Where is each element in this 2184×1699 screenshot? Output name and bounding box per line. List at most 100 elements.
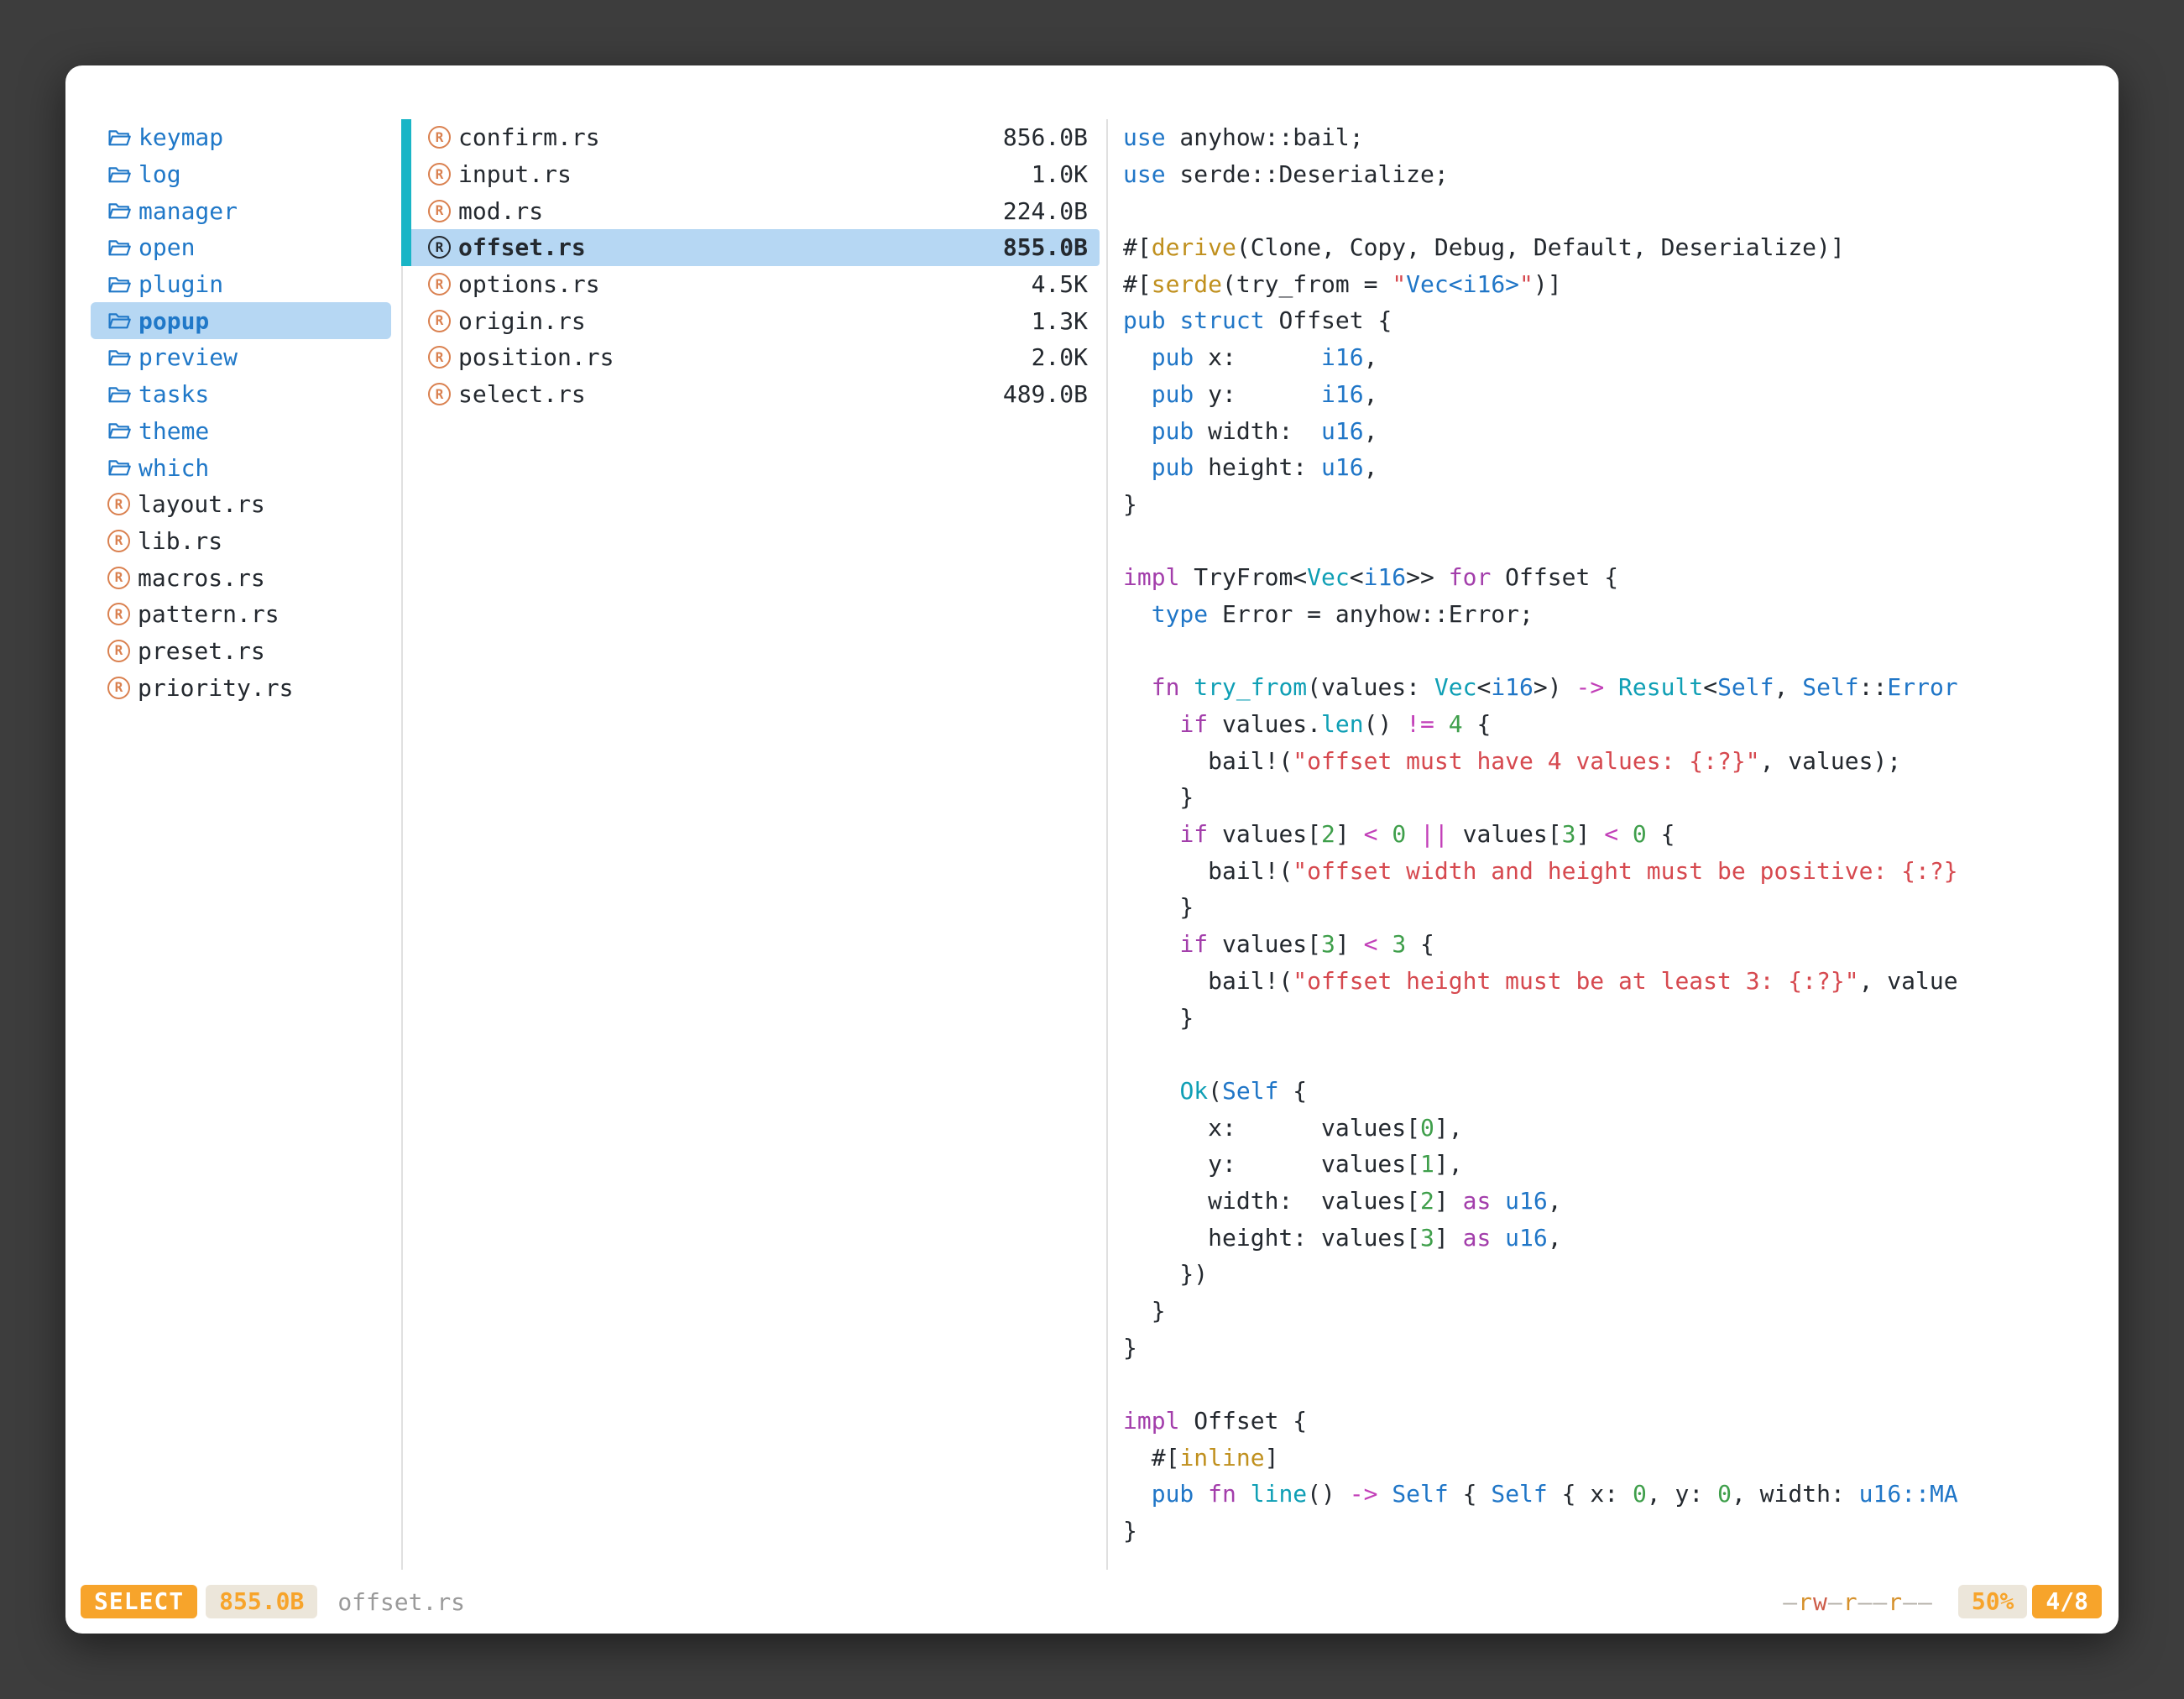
visual-select-marker [401, 192, 411, 229]
code-line: if values[2] < 0 || values[3] < 0 { [1123, 816, 2107, 853]
sidebar-folder-preview[interactable]: preview [91, 339, 391, 376]
sidebar-file-lib.rs[interactable]: Rlib.rs [91, 523, 391, 560]
file-name: mod.rs [458, 197, 543, 225]
open-folder-icon [107, 348, 131, 368]
open-folder-icon [107, 384, 131, 405]
file-name: offset.rs [458, 233, 586, 261]
file-size: 1.3K [1032, 307, 1088, 335]
file-row-input.rs[interactable]: Rinput.rs1.0K [403, 156, 1100, 193]
visual-select-marker [401, 266, 411, 303]
sidebar-file-pattern.rs[interactable]: Rpattern.rs [91, 596, 391, 633]
sidebar-folder-theme[interactable]: theme [91, 413, 391, 450]
code-line [1123, 192, 2107, 229]
file-size: 4.5K [1032, 270, 1088, 298]
file-row-confirm.rs[interactable]: Rconfirm.rs856.0B [403, 119, 1100, 156]
file-size: 224.0B [1003, 197, 1088, 225]
file-name: pattern.rs [138, 600, 280, 628]
file-size: 855.0B [1003, 233, 1088, 261]
status-badges: 50% 4/8 [1958, 1585, 2102, 1618]
code-line: if values.len() != 4 { [1123, 706, 2107, 743]
file-row-offset.rs[interactable]: Roffset.rs855.0B [403, 229, 1100, 266]
code-line: } [1123, 779, 2107, 816]
sidebar-file-layout.rs[interactable]: Rlayout.rs [91, 486, 391, 523]
code-line: if values[3] < 3 { [1123, 926, 2107, 963]
folder-name: tasks [138, 380, 209, 408]
mode-badge: SELECT [81, 1585, 197, 1618]
folder-name: preview [138, 343, 238, 371]
code-line: } [1123, 1293, 2107, 1330]
file-name: confirm.rs [458, 123, 600, 151]
open-folder-icon [107, 201, 131, 221]
folder-name: keymap [138, 123, 223, 151]
file-size: 2.0K [1032, 343, 1088, 371]
preview-pane: use anyhow::bail;use serde::Deserialize;… [1106, 119, 2107, 1570]
code-line [1123, 1036, 2107, 1073]
rust-icon: R [107, 493, 130, 515]
rust-icon: R [107, 567, 130, 589]
code-line: #[serde(try_from = "Vec<i16>")] [1123, 266, 2107, 303]
folder-name: plugin [138, 270, 223, 298]
file-size: 1.0K [1032, 160, 1088, 188]
code-line: pub height: u16, [1123, 449, 2107, 486]
rust-icon: R [107, 603, 130, 625]
sidebar-folder-manager[interactable]: manager [91, 192, 391, 229]
code-line: } [1123, 1513, 2107, 1550]
permissions-text: –rw–r––r–– [1783, 1588, 1933, 1616]
folder-name: which [138, 454, 209, 482]
visual-select-marker [401, 229, 411, 266]
code-line [1123, 523, 2107, 560]
file-name: priority.rs [138, 674, 293, 702]
sidebar-file-preset.rs[interactable]: Rpreset.rs [91, 633, 391, 670]
code-line: #[inline] [1123, 1440, 2107, 1477]
code-line: use serde::Deserialize; [1123, 156, 2107, 193]
sidebar-folder-plugin[interactable]: plugin [91, 266, 391, 303]
status-bar: SELECT 855.0B offset.rs –rw–r––r–– 50% 4… [81, 1585, 2102, 1618]
code-line: pub fn line() -> Self { Self { x: 0, y: … [1123, 1476, 2107, 1513]
sidebar-folder-keymap[interactable]: keymap [91, 119, 391, 156]
visual-select-marker [401, 376, 411, 413]
file-name: input.rs [458, 160, 572, 188]
code-line [1123, 633, 2107, 670]
code-line: use anyhow::bail; [1123, 119, 2107, 156]
file-row-mod.rs[interactable]: Rmod.rs 224.0B [403, 192, 1100, 229]
code-line: pub width: u16, [1123, 413, 2107, 450]
code-line: bail!("offset height must be at least 3:… [1123, 963, 2107, 1000]
sidebar-file-macros.rs[interactable]: Rmacros.rs [91, 559, 391, 596]
rust-icon: R [107, 640, 130, 662]
open-folder-icon [107, 274, 131, 295]
sidebar-folder-open[interactable]: open [91, 229, 391, 266]
open-folder-icon [107, 457, 131, 478]
sidebar-folder-log[interactable]: log [91, 156, 391, 193]
visual-select-marker [401, 339, 411, 376]
visual-select-marker [401, 156, 411, 193]
file-row-origin.rs[interactable]: Rorigin.rs 1.3K [403, 302, 1100, 339]
folder-name: open [138, 233, 195, 261]
scroll-percent-badge: 50% [1958, 1585, 2028, 1618]
file-size: 489.0B [1003, 380, 1088, 408]
sidebar-folder-which[interactable]: which [91, 449, 391, 486]
rust-icon: R [428, 273, 451, 295]
code-line: bail!("offset must have 4 values: {:?}",… [1123, 743, 2107, 780]
file-name: lib.rs [138, 527, 222, 555]
panes-container: keymap logmanager open plugin popup preview ta… [65, 119, 2119, 1570]
code-line: y: values[1], [1123, 1146, 2107, 1183]
code-line: #[derive(Clone, Copy, Debug, Default, De… [1123, 229, 2107, 266]
sidebar-file-priority.rs[interactable]: Rpriority.rs [91, 669, 391, 706]
cursor-position-badge: 4/8 [2032, 1585, 2102, 1618]
status-filename: offset.rs [337, 1588, 465, 1616]
rust-icon: R [428, 310, 451, 332]
sidebar-folder-tasks[interactable]: tasks [91, 376, 391, 413]
sidebar-folder-popup[interactable]: popup [91, 302, 391, 339]
file-row-select.rs[interactable]: Rselect.rs489.0B [403, 376, 1100, 413]
code-line: pub struct Offset { [1123, 302, 2107, 339]
file-row-position.rs[interactable]: Rposition.rs2.0K [403, 339, 1100, 376]
code-line: pub y: i16, [1123, 376, 2107, 413]
open-folder-icon [107, 165, 131, 185]
code-line: } [1123, 486, 2107, 523]
status-right: –rw–r––r–– 50% 4/8 [1783, 1585, 2102, 1618]
rust-icon: R [428, 126, 451, 149]
rust-icon: R [428, 200, 451, 222]
file-name: origin.rs [458, 307, 586, 335]
file-row-options.rs[interactable]: Roptions.rs4.5K [403, 266, 1100, 303]
file-name: preset.rs [138, 637, 265, 665]
